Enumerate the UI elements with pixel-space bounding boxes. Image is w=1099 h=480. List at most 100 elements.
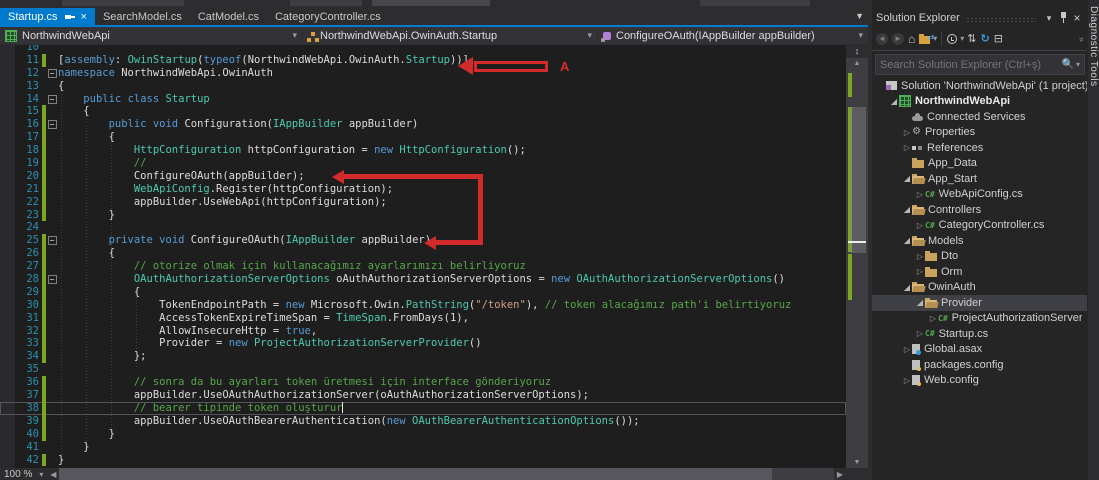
code-line-24[interactable]: 24 xyxy=(0,221,846,234)
scroll-right-arrow-icon[interactable]: ▶ xyxy=(834,470,846,479)
code-line-34[interactable]: 34 }; xyxy=(0,350,846,363)
expanded-arrow-icon[interactable]: ◢ xyxy=(902,174,912,183)
collapsed-arrow-icon[interactable]: ▷ xyxy=(902,345,912,354)
collapsed-arrow-icon[interactable]: ▷ xyxy=(902,128,912,137)
collapse-box-icon[interactable]: − xyxy=(48,69,57,78)
code-line-13[interactable]: 13{ xyxy=(0,80,846,93)
code-line-40[interactable]: 40 } xyxy=(0,428,846,441)
code-line-39[interactable]: 39 appBuilder.UseOAuthBearerAuthenticati… xyxy=(0,415,846,428)
scroll-left-arrow-icon[interactable]: ◀ xyxy=(47,470,59,479)
close-icon[interactable]: × xyxy=(81,12,87,22)
code-line-17[interactable]: 17 { xyxy=(0,131,846,144)
close-icon[interactable]: × xyxy=(1070,11,1084,25)
collapsed-arrow-icon[interactable]: ▷ xyxy=(915,252,925,261)
code-line-28[interactable]: 28− OAuthAuthorizationServerOptions oAut… xyxy=(0,273,846,286)
tree-item-global-asax[interactable]: ▷Global.asax xyxy=(872,342,1088,358)
tree-item-app-data[interactable]: App_Data xyxy=(872,156,1088,172)
expanded-arrow-icon[interactable]: ◢ xyxy=(902,236,912,245)
code-line-38[interactable]: 38 // bearer tipinde token oluşturur xyxy=(0,402,846,415)
tree-item-properties[interactable]: ▷⚙Properties xyxy=(872,125,1088,141)
collapsed-arrow-icon[interactable]: ▷ xyxy=(915,221,925,230)
code-line-35[interactable]: 35 xyxy=(0,363,846,376)
collapse-box-icon[interactable]: − xyxy=(48,95,57,104)
horizontal-scrollbar[interactable] xyxy=(59,468,834,480)
collapse-box-icon[interactable]: − xyxy=(48,120,57,129)
vertical-scrollbar[interactable]: ↕ ▲ ▼ xyxy=(846,45,868,468)
window-menu-icon[interactable]: ▾ xyxy=(1042,13,1056,24)
collapsed-arrow-icon[interactable]: ▷ xyxy=(915,190,925,199)
tab-startup-cs[interactable]: Startup.cs× xyxy=(0,8,95,25)
code-line-15[interactable]: 15 { xyxy=(0,105,846,118)
collapse-all-icon[interactable]: ⊟ xyxy=(994,32,1003,46)
switch-views-icon[interactable] xyxy=(919,36,930,44)
code-line-21[interactable]: 21 WebApiConfig.Register(httpConfigurati… xyxy=(0,183,846,196)
tree-item-categorycontroller-cs[interactable]: ▷C#CategoryController.cs xyxy=(872,218,1088,234)
tree-item-controllers[interactable]: ◢Controllers xyxy=(872,202,1088,218)
tree-item-references[interactable]: ▷References xyxy=(872,140,1088,156)
code-line-18[interactable]: 18 HttpConfiguration httpConfiguration =… xyxy=(0,144,846,157)
collapsed-arrow-icon[interactable]: ▷ xyxy=(915,267,925,276)
collapsed-arrow-icon[interactable]: ▷ xyxy=(902,143,912,152)
search-input[interactable] xyxy=(876,59,1060,71)
tab-searchmodel-cs[interactable]: SearchModel.cs xyxy=(95,8,190,25)
tab-catmodel-cs[interactable]: CatModel.cs xyxy=(190,8,267,25)
code-line-37[interactable]: 37 appBuilder.UseOAuthAuthorizationServe… xyxy=(0,389,846,402)
tree-item-dto[interactable]: ▷Dto xyxy=(872,249,1088,265)
code-line-19[interactable]: 19 // xyxy=(0,157,846,170)
tree-item-orm[interactable]: ▷Orm xyxy=(872,264,1088,280)
tab-diagnostic-tools[interactable]: Diagnostic Tools xyxy=(1088,6,1099,87)
code-line-12[interactable]: 12−namespace NorthwindWebApi.OwinAuth xyxy=(0,67,846,80)
code-line-42[interactable]: 42} xyxy=(0,454,846,467)
code-line-25[interactable]: 25− private void ConfigureOAuth(IAppBuil… xyxy=(0,234,846,247)
expanded-arrow-icon[interactable]: ◢ xyxy=(902,283,912,292)
tree-item-connected-services[interactable]: Connected Services xyxy=(872,109,1088,125)
chevron-down-icon[interactable]: ▾ xyxy=(960,32,964,46)
code-line-14[interactable]: 14− public class Startup xyxy=(0,93,846,106)
collapsed-arrow-icon[interactable]: ▷ xyxy=(915,329,925,338)
tree-item-owinauth[interactable]: ◢OwinAuth xyxy=(872,280,1088,296)
search-icon[interactable]: 🔍 xyxy=(1060,59,1076,70)
code-line-32[interactable]: 32 AllowInsecureHttp = true, xyxy=(0,325,846,338)
home-icon[interactable]: ⌂ xyxy=(908,32,915,46)
tree-item-provider[interactable]: ◢Provider xyxy=(872,295,1088,311)
tab-categorycontroller-cs[interactable]: CategoryController.cs xyxy=(267,8,389,25)
scroll-up-arrow-icon[interactable]: ▲ xyxy=(846,58,868,69)
fold-toggle[interactable]: − xyxy=(46,118,58,131)
refresh-icon[interactable]: ↻ xyxy=(981,32,990,46)
code-line-10[interactable]: 10 xyxy=(0,45,846,54)
code-line-22[interactable]: 22 appBuilder.UseWebApi(httpConfiguratio… xyxy=(0,196,846,209)
collapse-box-icon[interactable]: − xyxy=(48,236,57,245)
tree-item-packages-config[interactable]: packages.config xyxy=(872,357,1088,373)
collapsed-arrow-icon[interactable]: ▷ xyxy=(902,376,912,385)
expanded-arrow-icon[interactable]: ◢ xyxy=(915,298,925,307)
collapse-box-icon[interactable]: − xyxy=(48,275,57,284)
scrollbar-thumb[interactable] xyxy=(59,468,772,480)
scroll-down-arrow-icon[interactable]: ▼ xyxy=(846,457,868,468)
tree-item-projectauthorizationserver[interactable]: ▷C#ProjectAuthorizationServer xyxy=(872,311,1088,327)
solution-explorer-header[interactable]: Solution Explorer ▾ × xyxy=(872,8,1088,28)
tree-item-startup-cs[interactable]: ▷C#Startup.cs xyxy=(872,326,1088,342)
breadcrumb-type-dropdown[interactable]: NorthwindWebApi.OwinAuth.Startup ▾ xyxy=(303,27,598,44)
breadcrumb-member-dropdown[interactable]: ConfigureOAuth(IAppBuilder appBuilder) ▾ xyxy=(598,27,868,44)
code-line-26[interactable]: 26 { xyxy=(0,247,846,260)
expanded-arrow-icon[interactable]: ◢ xyxy=(902,205,912,214)
code-line-36[interactable]: 36 // sonra da bu ayarları token üretmes… xyxy=(0,376,846,389)
search-options-dropdown-icon[interactable]: ▾ xyxy=(1076,60,1084,69)
code-line-41[interactable]: 41 } xyxy=(0,441,846,454)
tree-item-app-start[interactable]: ◢App_Start xyxy=(872,171,1088,187)
fold-toggle[interactable]: − xyxy=(46,93,58,106)
code-editor[interactable]: 1011[assembly: OwinStartup(typeof(Northw… xyxy=(0,45,868,468)
fold-toggle[interactable]: − xyxy=(46,234,58,247)
tree-item-web-config[interactable]: ▷Web.config xyxy=(872,373,1088,389)
zoom-dropdown-icon[interactable]: ▾ xyxy=(35,470,47,479)
code-line-33[interactable]: 33 Provider = new ProjectAuthorizationSe… xyxy=(0,337,846,350)
pending-changes-filter-icon[interactable] xyxy=(947,34,957,44)
document-list-dropdown-icon[interactable]: ▼ xyxy=(855,11,864,21)
code-line-23[interactable]: 23 } xyxy=(0,209,846,222)
code-line-31[interactable]: 31 AccessTokenExpireTimeSpan = TimeSpan.… xyxy=(0,312,846,325)
pin-icon[interactable] xyxy=(65,12,75,22)
code-line-27[interactable]: 27 // otorize olmak için kullanacağımız … xyxy=(0,260,846,273)
fold-toggle[interactable]: − xyxy=(46,273,58,286)
pin-icon[interactable] xyxy=(1056,12,1070,25)
split-window-handle[interactable]: ↕ xyxy=(846,45,868,58)
